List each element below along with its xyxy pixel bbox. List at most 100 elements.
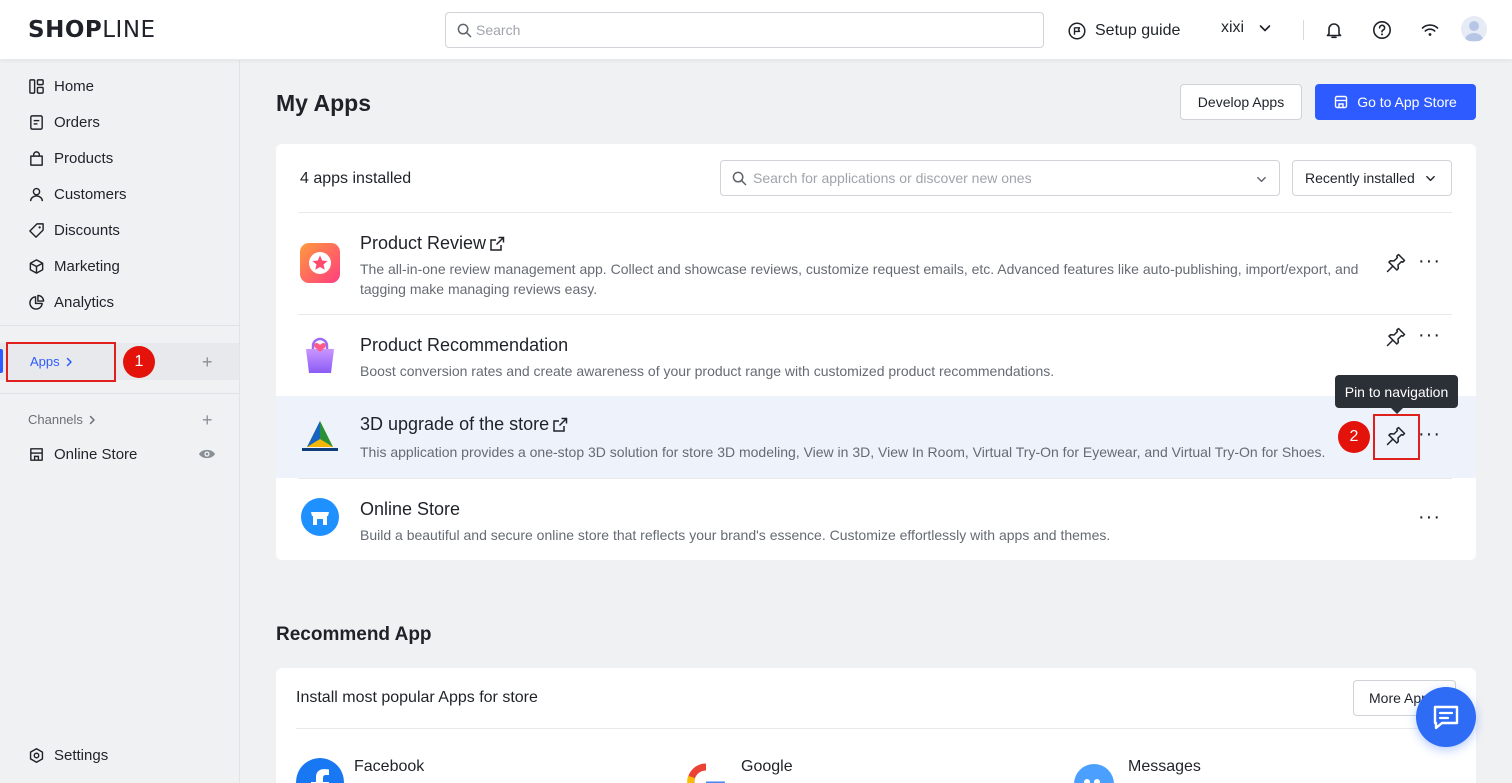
more-options-button[interactable]: ··· [1418, 251, 1441, 271]
pin-tooltip: Pin to navigation [1335, 375, 1458, 414]
app-name[interactable]: Online Store [360, 499, 460, 520]
recommend-subtitle: Install most popular Apps for store [296, 689, 538, 706]
step-badge-2: 2 [1338, 421, 1370, 453]
app-row-online-store[interactable]: Online Store Build a beautiful and secur… [276, 479, 1476, 560]
sidebar-item-label: Discounts [54, 221, 120, 239]
app-name[interactable]: Product Review [360, 233, 506, 254]
recommend-app-messages[interactable]: Messages [1128, 758, 1201, 776]
sort-select[interactable]: Recently installed [1292, 160, 1452, 196]
setup-guide-label: Setup guide [1095, 22, 1181, 39]
sidebar-item-settings[interactable]: Settings [28, 744, 108, 766]
global-search[interactable] [445, 12, 1044, 48]
app-row-3d-upgrade[interactable]: 3D upgrade of the store This application… [276, 396, 1476, 478]
sort-label: Recently installed [1305, 170, 1415, 186]
channels-link[interactable]: Channels [28, 412, 98, 427]
pin-icon[interactable] [1384, 251, 1408, 275]
go-to-app-store-label: Go to App Store [1357, 94, 1457, 110]
app-description: The all-in-one review management app. Co… [360, 261, 1359, 297]
user-name: xixi [1221, 19, 1245, 36]
store-switcher[interactable]: xixi [1221, 19, 1272, 37]
google-icon [687, 763, 726, 783]
pie-chart-icon [29, 294, 45, 310]
more-options-button[interactable]: ··· [1418, 325, 1441, 345]
chevron-down-icon [1259, 25, 1271, 32]
logo-thin: LINE [102, 17, 156, 43]
sidebar-item-label: Products [54, 149, 114, 167]
search-input[interactable] [476, 13, 1036, 47]
topbar-divider [1303, 20, 1304, 40]
installed-apps-card: 4 apps installed Recently installed Prod… [276, 144, 1476, 560]
sidebar-item-discounts[interactable]: Discounts [28, 219, 120, 241]
sidebar-item-online-store[interactable]: Online Store [28, 443, 137, 465]
app-search-input[interactable] [753, 161, 1253, 195]
search-icon [732, 171, 747, 186]
top-bar: SHOPLINE Setup guide xixi [0, 0, 1512, 60]
app-name[interactable]: 3D upgrade of the store [360, 414, 569, 435]
app-name-text: Product Recommendation [360, 335, 569, 355]
chevron-down-icon [1425, 175, 1435, 181]
box-icon [29, 258, 44, 274]
highlight-box-apps [6, 342, 116, 382]
more-options-button[interactable]: ··· [1418, 507, 1441, 527]
sidebar-item-label: Settings [54, 746, 109, 764]
sidebar-item-label: Online Store [54, 445, 138, 463]
develop-apps-button[interactable]: Develop Apps [1180, 84, 1302, 120]
chat-button[interactable] [1416, 687, 1476, 747]
highlight-box-pin [1373, 414, 1420, 460]
sidebar-item-label: Marketing [54, 257, 120, 275]
bell-icon[interactable] [1324, 20, 1344, 40]
external-link-icon[interactable] [488, 235, 506, 253]
logo-bold: SHOP [28, 17, 103, 43]
installed-count: 4 apps installed [300, 170, 412, 187]
recommend-app-google[interactable]: Google [741, 758, 793, 776]
setup-guide-button[interactable]: Setup guide [1068, 19, 1180, 43]
sidebar-item-label: Home [54, 77, 95, 95]
external-link-icon[interactable] [551, 416, 569, 434]
app-description: Build a beautiful and secure online stor… [360, 527, 1111, 543]
app-name-text: Online Store [360, 499, 461, 519]
help-icon[interactable] [1372, 20, 1392, 40]
recommend-title: Recommend App [276, 624, 432, 645]
home-icon [29, 78, 44, 94]
app-description: Boost conversion rates and create awaren… [360, 363, 1055, 379]
sidebar-divider [0, 325, 239, 326]
eye-icon[interactable] [198, 447, 216, 461]
shopline-logo[interactable]: SHOPLINE [28, 17, 156, 43]
sidebar-item-analytics[interactable]: Analytics [28, 291, 114, 313]
store-icon [1334, 95, 1348, 109]
app-row-product-review[interactable]: Product Review The all-in-one review man… [276, 213, 1476, 314]
sidebar-item-customers[interactable]: Customers [28, 183, 127, 205]
store-icon [30, 447, 43, 461]
sidebar-item-orders[interactable]: Orders [28, 111, 100, 133]
go-to-app-store-button[interactable]: Go to App Store [1315, 84, 1476, 120]
orders-icon [30, 114, 43, 130]
app-name[interactable]: Product Recommendation [360, 335, 568, 356]
app-search[interactable] [720, 160, 1280, 196]
messages-icon [1074, 764, 1114, 783]
sidebar: Home Orders Products Customers Discounts… [0, 60, 240, 783]
search-icon [457, 23, 472, 38]
accupix3d-app-icon [302, 421, 338, 451]
sidebar-item-marketing[interactable]: Marketing [28, 255, 120, 277]
sidebar-item-home[interactable]: Home [28, 75, 94, 97]
app-row-product-recommendation[interactable]: Product Recommendation Boost conversion … [276, 315, 1476, 396]
add-app-button[interactable]: + [202, 353, 213, 371]
more-options-button[interactable]: ··· [1418, 424, 1441, 444]
app-name-text: 3D upgrade of the store [360, 414, 550, 434]
sidebar-item-products[interactable]: Products [28, 147, 113, 169]
avatar[interactable] [1461, 16, 1487, 42]
sidebar-item-label: Orders [54, 113, 100, 131]
channels-label: Channels [28, 412, 83, 427]
sidebar-item-label: Analytics [54, 293, 115, 311]
wifi-icon[interactable] [1420, 20, 1440, 40]
person-icon [29, 187, 44, 201]
chevron-right-icon [89, 415, 95, 424]
recommend-app-facebook[interactable]: Facebook [354, 758, 424, 776]
chevron-down-icon [1257, 176, 1266, 183]
pin-icon[interactable] [1384, 325, 1408, 349]
active-indicator [0, 349, 3, 373]
sidebar-item-label: Customers [54, 185, 127, 203]
settings-icon [29, 747, 44, 763]
page-title: My Apps [276, 90, 371, 116]
add-channel-button[interactable]: + [202, 411, 213, 429]
